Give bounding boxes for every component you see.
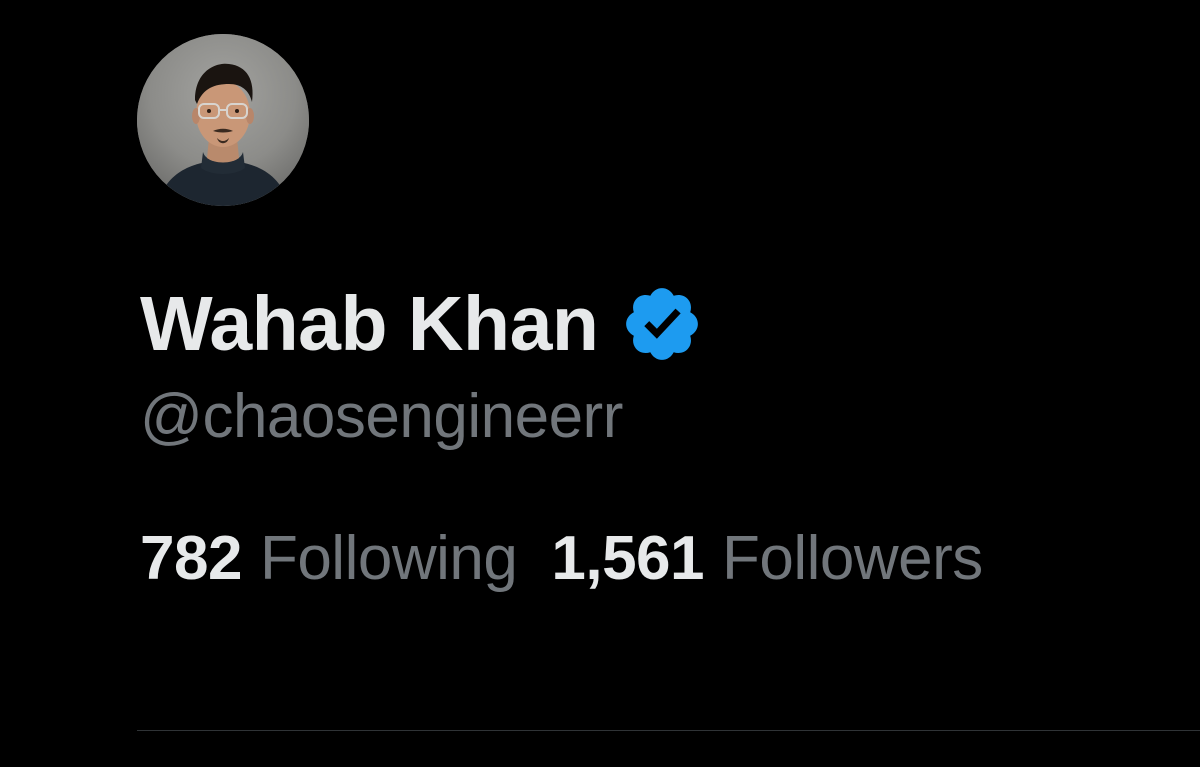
avatar[interactable] <box>137 34 309 206</box>
following-label: Following <box>259 524 518 593</box>
avatar-image <box>137 34 309 206</box>
following-count: 782 <box>140 524 242 593</box>
followers-link[interactable]: 1,561 Followers <box>551 524 983 593</box>
following-link[interactable]: 782 Following <box>140 524 518 593</box>
followers-label: Followers <box>722 524 983 593</box>
divider <box>137 730 1200 731</box>
follow-stats: 782 Following 1,561 Followers <box>140 528 983 590</box>
name-row: Wahab Khan <box>140 279 704 369</box>
display-name: Wahab Khan <box>140 280 599 367</box>
user-handle: @chaosengineerr <box>140 382 623 451</box>
followers-count: 1,561 <box>551 524 705 593</box>
verified-badge-icon[interactable] <box>620 282 704 366</box>
